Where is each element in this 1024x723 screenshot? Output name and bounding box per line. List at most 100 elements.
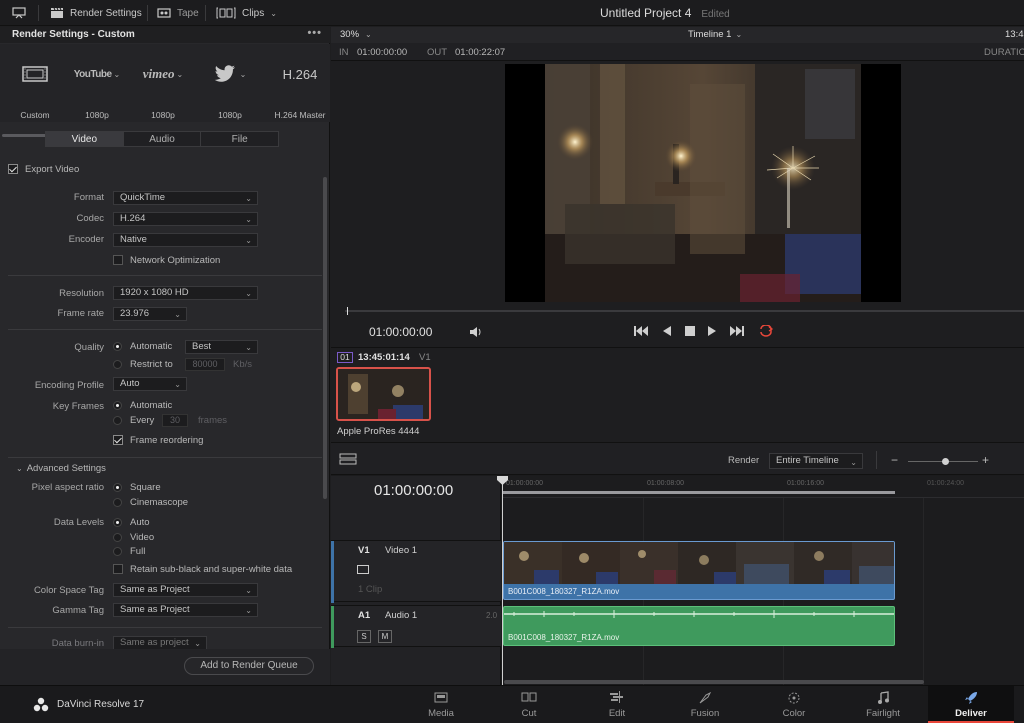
section-divider (8, 329, 322, 330)
step-back-icon[interactable] (663, 326, 671, 336)
advanced-settings-toggle[interactable]: ⌄ Advanced Settings (16, 463, 106, 474)
tab-video[interactable]: Video (46, 132, 124, 146)
zoom-value: 30% (340, 29, 360, 40)
clips-toggle[interactable]: Clips ⌄ (216, 0, 277, 26)
gamma-tag-dropdown[interactable]: Same as Project ⌄ (113, 603, 258, 617)
preset-h264[interactable]: H.264 H.264 Master (268, 44, 332, 122)
more-options-icon[interactable]: ••• (307, 27, 322, 39)
export-video-checkbox[interactable] (8, 164, 18, 174)
quality-automatic-radio[interactable] (113, 342, 122, 351)
frame-reordering-label: Frame reordering (130, 435, 204, 446)
preset-twitter[interactable]: ⌄ 1080p (198, 44, 262, 122)
preset-vimeo[interactable]: vimeo ⌄ 1080p (131, 44, 195, 122)
viewer-panel: 30% ⌄ Timeline 1 ⌄ 13:4 IN 01:00:00:00 OUT… (331, 27, 1024, 347)
workspace-layout-button[interactable] (12, 0, 26, 26)
quality-value: Best (192, 341, 212, 352)
section-divider (8, 275, 322, 276)
clips-label: Clips (242, 7, 265, 19)
chevron-down-icon: ⌄ (270, 8, 277, 18)
playhead[interactable] (502, 476, 503, 686)
tab-file[interactable]: File (201, 132, 279, 146)
video-frame[interactable] (505, 64, 901, 302)
page-fusion[interactable]: Fusion (661, 686, 749, 723)
data-burnin-label: Data burn-in (51, 638, 104, 649)
preset-custom[interactable]: Custom (3, 44, 67, 122)
page-color[interactable]: Color (750, 686, 838, 723)
scrubber-playhead[interactable] (347, 307, 348, 315)
audio-clip[interactable]: B001C008_180327_R1ZA.mov (503, 606, 895, 646)
track-monitor-icon[interactable] (357, 565, 369, 574)
codec-value: H.264 (120, 213, 146, 224)
clip-thumbnail[interactable] (336, 367, 431, 421)
render-settings-toggle[interactable]: Render Settings (50, 0, 142, 26)
play-icon[interactable] (708, 326, 716, 336)
key-frames-every-radio[interactable] (113, 416, 122, 425)
pixel-cinemascope-radio[interactable] (113, 498, 122, 507)
pixel-square-radio[interactable] (113, 483, 122, 492)
go-to-start-icon[interactable] (634, 326, 648, 336)
timeline-scrollbar[interactable] (504, 680, 924, 684)
tab-audio[interactable]: Audio (123, 132, 202, 146)
go-to-end-icon[interactable] (730, 326, 744, 336)
track-headers: 01:00:00:00 V1 Video 1 1 Clip A1 Audio 1… (331, 476, 501, 686)
data-levels-video-radio[interactable] (113, 533, 122, 542)
track-header-v1[interactable]: V1 Video 1 1 Clip (331, 540, 501, 603)
resolution-dropdown[interactable]: 1920 x 1080 HD ⌄ (113, 286, 258, 300)
viewer-scrubber[interactable] (345, 307, 1024, 315)
network-optimization-checkbox[interactable] (113, 255, 123, 265)
loop-icon[interactable] (758, 325, 774, 337)
format-dropdown[interactable]: QuickTime ⌄ (113, 191, 258, 205)
retain-subblack-checkbox[interactable] (113, 564, 123, 574)
h264-logo: H.264 (282, 66, 318, 82)
quality-dropdown[interactable]: Best ⌄ (185, 340, 258, 354)
restrict-to-radio[interactable] (113, 360, 122, 369)
zoom-dropdown[interactable]: 30% ⌄ (340, 29, 372, 40)
tape-toggle[interactable]: Tape (157, 0, 199, 26)
encoding-profile-dropdown[interactable]: Auto ⌄ (113, 377, 187, 391)
solo-button[interactable]: S (357, 630, 371, 643)
restrict-to-label: Restrict to (130, 359, 173, 370)
timeline-ruler[interactable]: 01:00:00:00 01:00:08:00 01:00:16:00 01:0… (502, 476, 1024, 498)
page-fairlight[interactable]: Fairlight (839, 686, 927, 723)
timeline-view-options-icon[interactable] (339, 453, 357, 465)
page-deliver[interactable]: Deliver (928, 686, 1014, 723)
color-space-tag-value: Same as Project (120, 584, 190, 595)
key-frames-interval-input[interactable]: 30 (162, 414, 188, 427)
color-space-tag-dropdown[interactable]: Same as Project ⌄ (113, 583, 258, 597)
video-clip[interactable]: B001C008_180327_R1ZA.mov (503, 541, 895, 600)
video-clip-filmstrip (504, 542, 894, 584)
a1-track-id: A1 (358, 610, 371, 621)
zoom-in-icon[interactable]: + (982, 453, 989, 467)
timeline-tracks[interactable]: 01:00:00:00 01:00:08:00 01:00:16:00 01:0… (497, 476, 1024, 686)
zoom-slider-handle[interactable] (942, 458, 949, 465)
page-edit[interactable]: Edit (573, 686, 661, 723)
mute-button[interactable]: M (378, 630, 392, 643)
key-frames-automatic-radio[interactable] (113, 401, 122, 410)
data-burnin-dropdown[interactable]: Same as project ⌄ (113, 636, 207, 650)
render-range-dropdown[interactable]: Entire Timeline ⌄ (769, 453, 863, 469)
settings-scrollbar[interactable] (323, 177, 327, 499)
encoder-dropdown[interactable]: Native ⌄ (113, 233, 258, 247)
monitor-icon (12, 7, 26, 19)
chevron-down-icon: ⌄ (245, 236, 252, 245)
data-levels-full-radio[interactable] (113, 547, 122, 556)
add-to-render-queue-button[interactable]: Add to Render Queue (184, 657, 314, 675)
preset-youtube[interactable]: YouTube ⌄ 1080p (65, 44, 129, 122)
speaker-icon[interactable] (469, 326, 483, 338)
project-status: Edited (701, 9, 730, 20)
stop-icon[interactable] (685, 326, 695, 336)
codec-dropdown[interactable]: H.264 ⌄ (113, 212, 258, 226)
playhead-handle-icon[interactable] (497, 476, 508, 485)
page-cut[interactable]: Cut (485, 686, 573, 723)
page-media[interactable]: Media (397, 686, 485, 723)
key-frames-unit-label: frames (198, 415, 228, 426)
frame-rate-dropdown[interactable]: 23.976 ⌄ (113, 307, 187, 321)
timeline-selector[interactable]: Timeline 1 ⌄ (688, 29, 742, 40)
zoom-out-icon[interactable]: − (891, 453, 898, 467)
frame-reordering-checkbox[interactable] (113, 435, 123, 445)
youtube-logo: YouTube (73, 68, 112, 80)
restrict-bitrate-input[interactable]: 80000 (185, 358, 225, 371)
data-levels-auto-radio[interactable] (113, 518, 122, 527)
track-header-a1[interactable]: A1 Audio 1 2.0 S M (331, 605, 501, 648)
audio-waveform (504, 610, 894, 618)
